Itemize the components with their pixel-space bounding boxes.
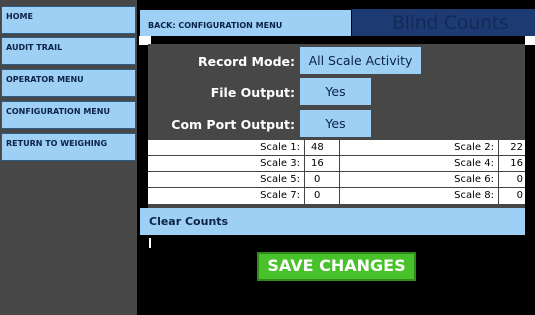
sidebar-item-audit-trail[interactable]: AUDIT TRAIL — [1, 37, 136, 65]
scale-4-label: Scale 4: — [454, 158, 494, 169]
scale-8-label: Scale 8: — [454, 190, 494, 201]
scale-2-value: 22 — [510, 142, 523, 153]
selection-border-bottom — [139, 238, 535, 248]
sidebar-item-configuration-menu[interactable]: CONFIGURATION MENU — [1, 101, 136, 129]
sidebar-item-home[interactable]: HOME — [1, 6, 136, 34]
sidebar: HOME AUDIT TRAIL OPERATOR MENU CONFIGURA… — [0, 0, 137, 315]
scale-3-value: 16 — [311, 158, 324, 169]
com-port-output-value[interactable]: Yes — [300, 110, 371, 137]
selection-border-right — [525, 36, 535, 248]
scale-6-label: Scale 6: — [454, 174, 494, 185]
file-output-row: File Output: Yes — [148, 78, 525, 105]
sidebar-item-return-to-weighing[interactable]: RETURN TO WEIGHING — [1, 133, 136, 161]
record-mode-value[interactable]: All Scale Activity — [300, 47, 421, 74]
page-title: Blind Counts — [392, 12, 509, 34]
scale-4-value: 16 — [510, 158, 523, 169]
record-mode-label: Record Mode: — [197, 54, 295, 69]
com-port-output-row: Com Port Output: Yes — [148, 110, 525, 137]
scale-1-value: 48 — [311, 142, 324, 153]
grid-line — [148, 155, 525, 156]
scale-counts-table: Scale 1: 48 Scale 2: 22 Scale 3: 16 Scal… — [148, 140, 525, 204]
com-port-output-label: Com Port Output: — [171, 117, 295, 132]
scale-2-label: Scale 2: — [454, 142, 494, 153]
record-mode-row: Record Mode: All Scale Activity — [148, 47, 525, 74]
file-output-label: File Output: — [210, 85, 295, 100]
grid-line — [304, 140, 305, 204]
scale-1-label: Scale 1: — [260, 142, 300, 153]
scale-5-value: 0 — [314, 174, 321, 185]
scale-8-value: 0 — [516, 190, 523, 201]
grid-line — [148, 187, 525, 188]
clear-counts-button[interactable]: Clear Counts — [140, 208, 525, 235]
back-configuration-menu-button[interactable]: BACK: CONFIGURATION MENU — [140, 10, 351, 38]
scale-3-label: Scale 3: — [260, 158, 300, 169]
grid-line — [148, 171, 525, 172]
file-output-value[interactable]: Yes — [300, 78, 371, 105]
scale-7-value: 0 — [314, 190, 321, 201]
scale-6-value: 0 — [516, 174, 523, 185]
save-changes-button[interactable]: SAVE CHANGES — [257, 252, 416, 281]
scale-7-label: Scale 7: — [260, 190, 300, 201]
scale-5-label: Scale 5: — [260, 174, 300, 185]
sidebar-item-operator-menu[interactable]: OPERATOR MENU — [1, 69, 136, 97]
